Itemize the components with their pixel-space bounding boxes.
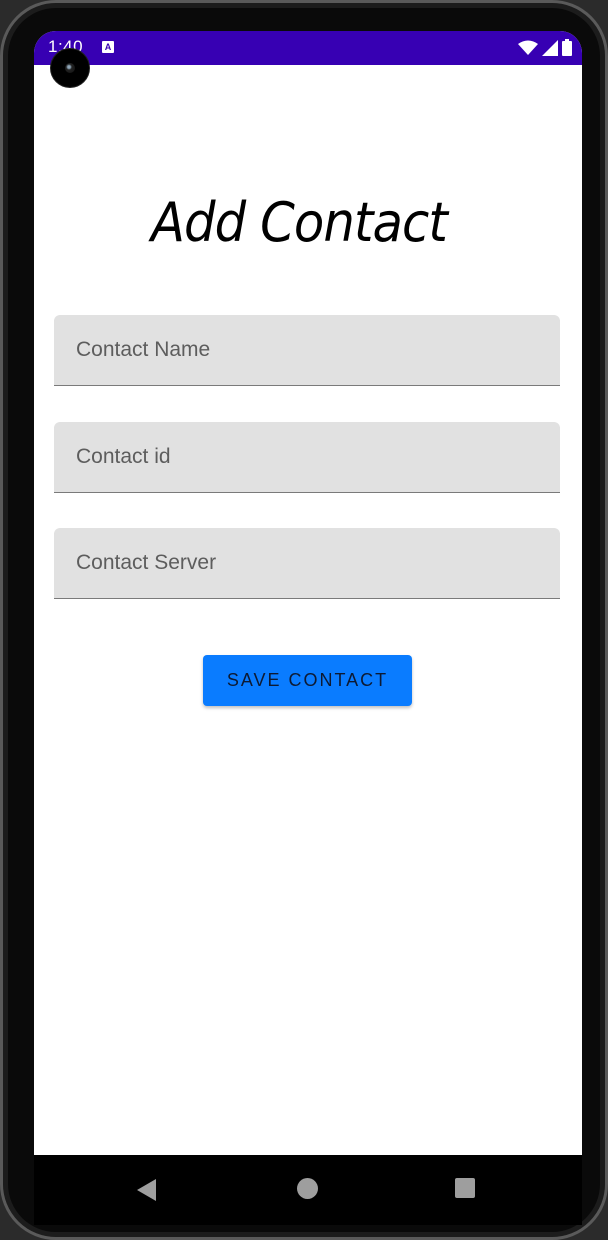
camera-lens-icon: [65, 63, 75, 73]
save-contact-button[interactable]: SAVE CONTACT: [203, 655, 412, 706]
status-bar: 1:40 A: [34, 31, 582, 65]
home-icon[interactable]: [297, 1178, 318, 1199]
notification-a-icon: A: [102, 41, 114, 53]
contact-id-input[interactable]: [54, 422, 560, 492]
recents-icon[interactable]: [455, 1178, 475, 1198]
wifi-icon: [518, 40, 538, 55]
status-icons: [518, 39, 572, 56]
contact-server-input[interactable]: [54, 528, 560, 598]
app-screen: 1:40 A Add Contact Contact Name Contact …: [34, 31, 582, 1155]
navigation-bar: [34, 1155, 582, 1225]
signal-icon: [542, 39, 558, 56]
contact-server-field[interactable]: [54, 528, 560, 599]
phone-frame: 1:40 A Add Contact Contact Name Contact …: [0, 0, 608, 1240]
contact-name-field[interactable]: [54, 315, 560, 386]
back-icon[interactable]: [137, 1179, 156, 1201]
battery-icon: [562, 39, 572, 56]
front-camera-cutout: [50, 48, 90, 88]
contact-name-input[interactable]: [54, 315, 560, 385]
contact-id-field[interactable]: [54, 422, 560, 493]
page-title: Add Contact: [150, 191, 448, 254]
